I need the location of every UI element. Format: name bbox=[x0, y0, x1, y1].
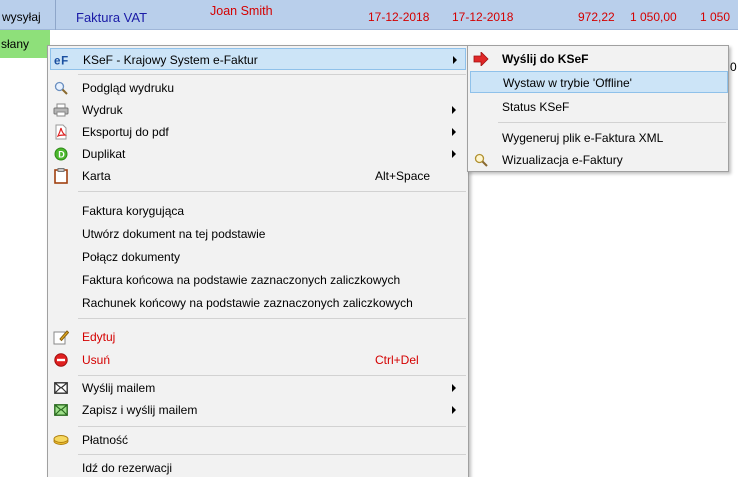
row-date-issue: 17-12-2018 bbox=[368, 10, 430, 24]
menu-item-print-preview[interactable]: Podgląd wydruku bbox=[50, 77, 466, 99]
submenu-arrow-icon bbox=[453, 56, 457, 64]
menu-item-create-based-document[interactable]: Utwórz dokument na tej podstawie bbox=[50, 223, 466, 245]
menu-item-go-to-reservation[interactable]: Idź do rezerwacji bbox=[50, 457, 466, 477]
menu-separator bbox=[78, 191, 466, 192]
row2-status: słany bbox=[1, 37, 30, 51]
row2-extra: 0 bbox=[730, 60, 737, 74]
submenu-item-generate-xml[interactable]: Wygeneruj plik e-Faktura XML bbox=[470, 127, 728, 149]
pdf-icon bbox=[53, 124, 69, 140]
menu-separator bbox=[78, 318, 466, 319]
submenu-arrow-icon bbox=[452, 106, 456, 114]
row-customer: Joan Smith bbox=[210, 4, 273, 18]
menu-item-label: Wyślij mailem bbox=[82, 381, 156, 395]
row-date-sale: 17-12-2018 bbox=[452, 10, 514, 24]
menu-item-label: Wygeneruj plik e-Faktura XML bbox=[502, 131, 664, 145]
menu-item-label: Idź do rezerwacji bbox=[82, 461, 173, 475]
svg-text:D: D bbox=[58, 150, 65, 160]
magnifier-icon bbox=[53, 80, 69, 96]
submenu-item-ksef-status[interactable]: Status KSeF bbox=[470, 96, 728, 118]
menu-separator bbox=[78, 74, 466, 75]
menu-item-payment[interactable]: Płatność bbox=[50, 429, 466, 451]
menu-item-label: Status KSeF bbox=[502, 100, 570, 114]
menu-item-shortcut: Ctrl+Del bbox=[375, 353, 419, 367]
card-icon bbox=[53, 168, 69, 184]
row-gross: 1 050,00 bbox=[630, 10, 677, 24]
submenu-item-send-to-ksef[interactable]: Wyślij do KSeF bbox=[470, 48, 728, 70]
context-menu: eF KSeF - Krajowy System e-Faktur Podglą… bbox=[47, 45, 469, 477]
menu-item-label: Faktura końcowa na podstawie zaznaczonyc… bbox=[82, 273, 401, 287]
menu-item-edit[interactable]: Edytuj bbox=[50, 326, 466, 348]
row-extra: 1 050 bbox=[700, 10, 731, 24]
menu-item-label: Faktura korygująca bbox=[82, 204, 185, 218]
menu-separator bbox=[78, 375, 466, 376]
submenu-item-issue-offline[interactable]: Wystaw w trybie 'Offline' bbox=[470, 71, 728, 93]
submenu-arrow-icon bbox=[452, 150, 456, 158]
row-net: 972,22 bbox=[578, 10, 615, 24]
payment-icon bbox=[53, 432, 69, 448]
menu-item-label: Edytuj bbox=[82, 330, 116, 344]
menu-item-label: Wydruk bbox=[82, 103, 123, 117]
menu-item-label: Duplikat bbox=[82, 147, 126, 161]
mail-save-icon bbox=[53, 402, 69, 418]
menu-item-send-mail[interactable]: Wyślij mailem bbox=[50, 377, 466, 399]
menu-item-final-bill[interactable]: Rachunek końcowy na podstawie zaznaczony… bbox=[50, 292, 466, 314]
menu-item-label: Wyślij do KSeF bbox=[502, 52, 589, 66]
menu-item-label: Wystaw w trybie 'Offline' bbox=[503, 76, 632, 90]
submenu-arrow-icon bbox=[452, 128, 456, 136]
duplicate-icon: D bbox=[53, 146, 69, 162]
magnifier-icon bbox=[473, 152, 489, 168]
ef-icon: eF bbox=[54, 52, 70, 68]
invoice-row[interactable]: wysyłaj Faktura VAT Joan Smith 17-12-201… bbox=[0, 0, 738, 30]
submenu-arrow-icon bbox=[452, 384, 456, 392]
menu-item-label: Połącz dokumenty bbox=[82, 250, 181, 264]
menu-item-label: Karta bbox=[82, 169, 111, 183]
menu-item-label: Usuń bbox=[82, 353, 111, 367]
menu-item-label: KSeF - Krajowy System e-Faktur bbox=[83, 53, 258, 67]
menu-item-shortcut: Alt+Space bbox=[375, 169, 431, 183]
menu-item-label: Zapisz i wyślij mailem bbox=[82, 403, 198, 417]
ksef-submenu: Wyślij do KSeF Wystaw w trybie 'Offline'… bbox=[467, 45, 729, 172]
menu-item-card[interactable]: Karta Alt+Space bbox=[50, 165, 466, 187]
menu-item-label: Płatność bbox=[82, 433, 129, 447]
menu-separator bbox=[78, 454, 466, 455]
row-doc-type: Faktura VAT bbox=[76, 10, 148, 25]
submenu-item-visualization[interactable]: Wizualizacja e-Faktury bbox=[470, 149, 728, 171]
delete-icon bbox=[53, 352, 69, 368]
svg-text:e: e bbox=[54, 55, 61, 67]
send-arrow-icon bbox=[473, 51, 489, 67]
menu-separator bbox=[498, 122, 726, 123]
column-divider bbox=[55, 0, 56, 30]
menu-item-label: Utwórz dokument na tej podstawie bbox=[82, 227, 266, 241]
menu-item-duplicate[interactable]: D Duplikat bbox=[50, 143, 466, 165]
printer-icon bbox=[53, 102, 69, 118]
menu-separator bbox=[78, 426, 466, 427]
menu-item-export-pdf[interactable]: Eksportuj do pdf bbox=[50, 121, 466, 143]
row-status: wysyłaj bbox=[2, 10, 41, 24]
menu-item-ksef[interactable]: eF KSeF - Krajowy System e-Faktur bbox=[50, 48, 466, 70]
mail-icon bbox=[53, 380, 69, 396]
menu-item-label: Podgląd wydruku bbox=[82, 81, 175, 95]
menu-item-label: Rachunek końcowy na podstawie zaznaczony… bbox=[82, 296, 413, 310]
menu-item-final-invoice[interactable]: Faktura końcowa na podstawie zaznaczonyc… bbox=[50, 269, 466, 291]
svg-text:F: F bbox=[61, 55, 68, 67]
menu-item-print[interactable]: Wydruk bbox=[50, 99, 466, 121]
menu-item-label: Wizualizacja e-Faktury bbox=[502, 153, 623, 167]
menu-item-delete[interactable]: Usuń Ctrl+Del bbox=[50, 349, 466, 371]
menu-item-save-send-mail[interactable]: Zapisz i wyślij mailem bbox=[50, 399, 466, 421]
menu-item-correction-invoice[interactable]: Faktura korygująca bbox=[50, 200, 466, 222]
submenu-arrow-icon bbox=[452, 406, 456, 414]
menu-item-label: Eksportuj do pdf bbox=[82, 125, 169, 139]
menu-item-merge-documents[interactable]: Połącz dokumenty bbox=[50, 246, 466, 268]
edit-icon bbox=[53, 329, 69, 345]
